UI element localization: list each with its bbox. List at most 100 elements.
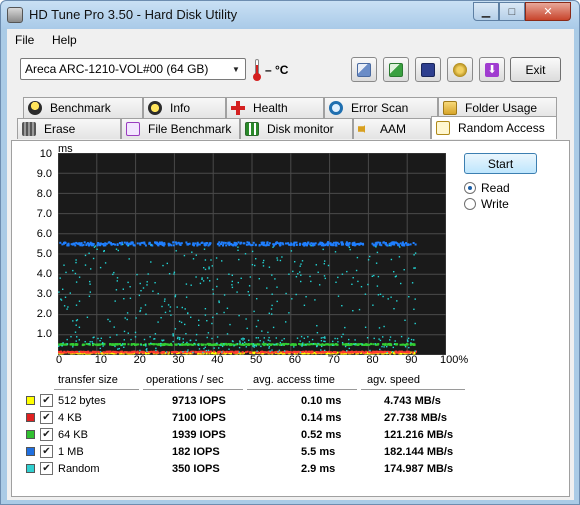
tab-file-benchmark[interactable]: File Benchmark xyxy=(121,118,240,139)
data-point xyxy=(199,282,202,285)
data-point xyxy=(239,340,241,342)
data-point xyxy=(393,343,396,345)
data-point xyxy=(132,351,135,354)
tab-erase[interactable]: Erase xyxy=(17,118,121,139)
tab-folder-usage[interactable]: Folder Usage xyxy=(438,97,557,118)
tab-error-scan[interactable]: Error Scan xyxy=(324,97,438,118)
access-time-value: 2.9 ms xyxy=(301,463,336,475)
data-point xyxy=(207,332,210,334)
data-point xyxy=(245,318,247,320)
data-point xyxy=(222,244,224,247)
data-point xyxy=(197,243,200,246)
data-point xyxy=(365,351,367,354)
data-point xyxy=(244,351,247,354)
data-point xyxy=(146,281,148,283)
data-point xyxy=(92,336,94,339)
copy-screenshot-button[interactable] xyxy=(383,57,409,82)
series-checkbox[interactable]: ✔ xyxy=(40,394,53,407)
data-point xyxy=(69,351,72,354)
data-point xyxy=(344,345,347,348)
data-point xyxy=(90,268,92,270)
data-point xyxy=(369,255,371,258)
exit-button[interactable]: Exit xyxy=(510,57,561,82)
title-bar[interactable]: HD Tune Pro 3.50 - Hard Disk Utility ▁ □… xyxy=(1,1,579,29)
series-color-swatch xyxy=(26,464,35,473)
tab-benchmark[interactable]: Benchmark xyxy=(23,97,143,118)
data-point xyxy=(126,312,129,314)
data-point xyxy=(224,241,227,244)
data-point xyxy=(399,343,402,346)
data-point xyxy=(86,316,89,318)
data-point xyxy=(231,280,233,283)
menu-file[interactable]: File xyxy=(15,33,34,47)
data-point xyxy=(293,241,296,244)
series-checkbox[interactable]: ✔ xyxy=(40,428,53,441)
data-point xyxy=(186,341,188,344)
data-point xyxy=(301,260,304,262)
data-point xyxy=(348,338,350,341)
data-point xyxy=(265,244,268,247)
data-point xyxy=(192,258,195,260)
y-tick-label: 9.0 xyxy=(36,168,52,180)
data-point xyxy=(74,244,77,247)
data-point xyxy=(89,341,91,343)
data-point xyxy=(235,242,238,245)
data-point xyxy=(76,343,79,346)
data-point xyxy=(185,296,188,298)
data-point xyxy=(320,349,322,351)
read-radio[interactable]: Read xyxy=(464,181,510,195)
tab-health[interactable]: Health xyxy=(226,97,324,118)
transfer-size: 64 KB xyxy=(58,429,88,441)
data-point xyxy=(238,258,240,261)
data-point xyxy=(234,343,237,346)
chevron-down-icon[interactable]: ▼ xyxy=(229,61,243,77)
start-button[interactable]: Start xyxy=(464,153,537,174)
close-button[interactable]: ✕ xyxy=(525,2,571,21)
data-point xyxy=(258,278,260,280)
series-checkbox[interactable]: ✔ xyxy=(40,445,53,458)
tab-random-access[interactable]: Random Access xyxy=(431,116,557,139)
copy-info-button[interactable] xyxy=(351,57,377,82)
series-checkbox[interactable]: ✔ xyxy=(40,411,53,424)
data-point xyxy=(204,314,207,316)
access-time-value: 0.14 ms xyxy=(301,412,342,424)
maximize-button[interactable]: □ xyxy=(499,2,525,21)
options-button[interactable] xyxy=(447,57,473,82)
data-point xyxy=(146,284,148,286)
menu-help[interactable]: Help xyxy=(52,33,77,47)
data-point xyxy=(326,343,329,346)
data-point xyxy=(137,343,140,346)
series-checkbox[interactable]: ✔ xyxy=(40,462,53,475)
tab-disk-monitor[interactable]: Disk monitor xyxy=(240,118,353,139)
data-point xyxy=(85,244,88,246)
y-tick-label: 8.0 xyxy=(36,188,52,200)
data-point xyxy=(369,349,371,352)
save-button[interactable] xyxy=(415,57,441,82)
data-point xyxy=(270,308,273,310)
download-button[interactable]: ⬇ xyxy=(479,57,505,82)
series-color-swatch xyxy=(26,413,35,422)
data-point xyxy=(143,338,146,341)
data-point xyxy=(192,242,195,245)
data-point xyxy=(262,343,265,346)
data-point xyxy=(76,350,79,353)
tab-aam[interactable]: AAM xyxy=(353,118,431,139)
data-point xyxy=(185,241,188,244)
data-point xyxy=(268,347,270,349)
data-point xyxy=(268,345,271,348)
drive-select[interactable]: Areca ARC-1210-VOL#00 (64 GB) ▼ xyxy=(20,58,246,80)
data-point xyxy=(271,349,273,351)
data-point xyxy=(373,274,375,277)
benchmark-icon xyxy=(28,101,42,115)
data-point xyxy=(128,351,131,354)
write-radio[interactable]: Write xyxy=(464,197,509,211)
minimize-button[interactable]: ▁ xyxy=(473,2,499,21)
data-point xyxy=(67,306,69,308)
data-point xyxy=(103,250,105,252)
data-point xyxy=(180,242,183,245)
data-point xyxy=(134,336,137,338)
data-point xyxy=(172,340,174,343)
data-point xyxy=(179,343,181,345)
data-point xyxy=(308,351,311,354)
tab-info[interactable]: Info xyxy=(143,97,226,118)
